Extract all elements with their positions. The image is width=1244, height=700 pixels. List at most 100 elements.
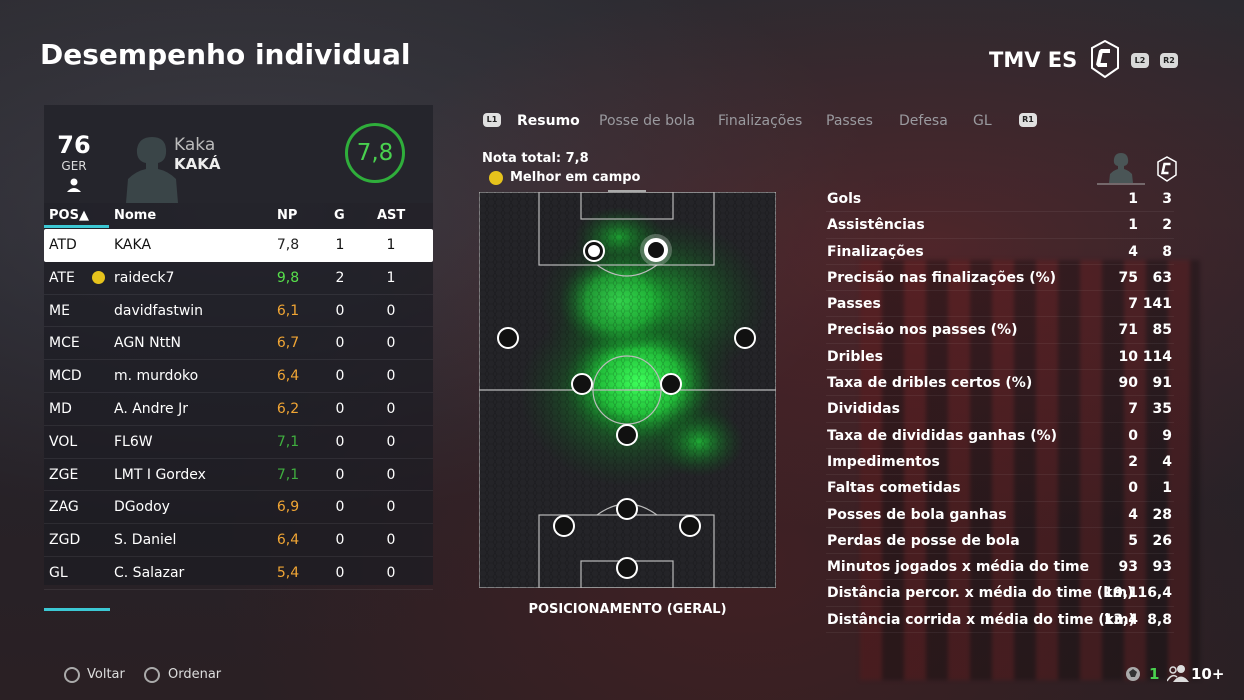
total-rating-label: Nota total: 7,8 [482,151,589,166]
player-row-assists: 0 [386,368,396,385]
player-row-goals: 0 [335,466,345,483]
stat-label: Passes [827,296,881,313]
player-position: ATD [49,237,77,253]
stat-team-value: 16,4 [1137,585,1172,602]
stat-row: Taxa de divididas ganhas (%) 0 9 [826,423,1174,449]
player-position: MCE [49,335,80,352]
player-position: ZGD [49,532,81,549]
tab-resumo[interactable]: Resumo [517,113,580,129]
stat-label: Precisão nos passes (%) [827,322,1018,339]
l1-button[interactable]: L1 [483,113,501,127]
player-position: MCD [49,368,82,385]
player-row-goals: 0 [335,400,345,417]
player-row[interactable]: ZAG DGodoy 6,9 0 0 [44,491,433,525]
positioning-heatmap [479,192,776,588]
man-of-match-icon [92,270,105,284]
player-list-panel: 76 GER Kaka KAKÁ 7,8 POS▲ Nome NP G AST … [44,105,433,590]
player-row-name: FL6W [114,433,153,450]
stat-player-value: 7 [1128,296,1138,313]
circle-button-icon[interactable] [64,667,80,683]
stat-team-value: 3 [1162,191,1172,207]
player-row-rating: 6,2 [276,400,300,417]
player-row-name: S. Daniel [114,532,177,549]
stat-row: Assistências 1 2 [826,212,1174,239]
player-row-goals: 2 [335,269,345,286]
stat-row: Divididas 7 35 [826,396,1174,423]
r2-button[interactable]: R2 [1160,53,1178,68]
l2-button[interactable]: L2 [1131,53,1149,68]
player-position: ZAG [49,499,79,516]
stat-team-value: 1 [1162,480,1172,497]
stat-label: Divididas [827,401,900,418]
player-row[interactable]: ZGD S. Daniel 6,4 0 0 [44,524,433,557]
col-pos-header[interactable]: POS▲ [49,208,89,223]
player-row[interactable]: ATD KAKA 7,8 1 1 [44,229,433,262]
stat-label: Dribles [827,348,883,365]
stat-team-value: 114 [1142,348,1172,365]
stat-row: Distância corrida x média do time (km) 13… [826,607,1174,634]
stat-player-value: 10 [1118,348,1138,365]
player-row[interactable]: VOL FL6W 7,1 0 0 [44,426,433,459]
player-row[interactable]: MCD m. murdoko 6,4 0 0 [44,360,433,393]
player-row-goals: 0 [335,499,345,516]
player-row-rating: 6,4 [276,532,300,549]
page-title: Desempenho individual [40,38,411,71]
col-ast-header[interactable]: AST [377,208,405,223]
stat-player-value: 71 [1118,322,1138,339]
stat-row: Distância percor. x média do time (km) 19… [826,580,1174,607]
player-row-name: raideck7 [114,269,175,286]
tab-finalizacoes[interactable]: Finalizações [718,113,802,129]
selected-player-card: 76 GER Kaka KAKÁ 7,8 [44,105,433,203]
col-np-header[interactable]: NP [277,208,297,223]
stat-label: Precisão nas finalizações (%) [827,269,1057,286]
back-label[interactable]: Voltar [87,667,125,682]
player-row[interactable]: MCE AGN NttN 6,7 0 0 [44,327,433,361]
tab-posse-de-bola[interactable]: Posse de bola [599,113,695,129]
goal-count: 1 [1149,665,1160,683]
ball-icon [1126,667,1140,681]
stat-label: Distância percor. x média do time (km) [827,585,1134,602]
player-row-name: A. Andre Jr [114,400,188,417]
stat-row: Minutos jogados x média do time 93 93 [826,554,1174,581]
player-row[interactable]: MD A. Andre Jr 6,2 0 0 [44,393,433,426]
stat-label: Posses de bola ganhas [827,506,1007,523]
stat-player-value: 75 [1118,269,1138,286]
stat-label: Faltas cometidas [827,480,961,497]
player-row-rating: 7,1 [276,433,300,450]
sort-label[interactable]: Ordenar [168,667,221,682]
player-row[interactable]: ZGE LMT I Gordex 7,1 0 0 [44,459,433,492]
stat-team-value: 26 [1152,532,1172,549]
stat-label: Impedimentos [827,453,940,470]
stat-row: Posses de bola ganhas 4 28 [826,502,1174,528]
player-row-name: KAKA [114,237,152,253]
stat-player-value: 7 [1128,401,1138,418]
stat-row: Passes 7 141 [826,291,1174,318]
square-button-icon[interactable] [144,667,160,683]
player-row[interactable]: GL C. Salazar 5,4 0 0 [44,557,433,590]
r1-button[interactable]: R1 [1019,113,1037,127]
stat-label: Minutos jogados x média do time [827,559,1090,576]
player-rows: ATD KAKA 7,8 1 1 ATE raideck7 9,8 2 1 ME davidfastw… [44,229,433,590]
tab-defesa[interactable]: Defesa [899,113,948,129]
team-name: TMV ES [989,48,1078,72]
tab-passes[interactable]: Passes [826,113,873,129]
table-header: POS▲ Nome NP G AST [44,203,433,228]
list-scroll-indicator[interactable] [44,608,110,611]
stat-row: Perdas de posse de bola 5 26 [826,528,1174,555]
player-row-rating: 6,1 [276,302,300,319]
stat-player-value: 19,1 [1103,585,1138,602]
stat-label: Perdas de posse de bola [827,532,1020,549]
player-position: ME [49,302,70,319]
col-g-header[interactable]: G [334,208,345,223]
player-row[interactable]: ME davidfastwin 6,1 0 0 [44,295,433,328]
stat-player-value: 1 [1128,191,1138,207]
tab-gl[interactable]: GL [973,113,992,129]
player-rating-badge: 7,8 [345,123,405,183]
stat-row: Gols 1 3 [826,186,1174,213]
stat-player-value: 1 [1128,217,1138,234]
stats-table: Gols 1 3 Assistências 1 2 Finalizações 4 8 Precis… [826,186,1174,634]
stat-player-value: 93 [1118,559,1138,576]
player-row-rating: 6,9 [276,499,300,516]
player-row[interactable]: ATE raideck7 9,8 2 1 [44,262,433,295]
col-name-header[interactable]: Nome [114,208,156,223]
